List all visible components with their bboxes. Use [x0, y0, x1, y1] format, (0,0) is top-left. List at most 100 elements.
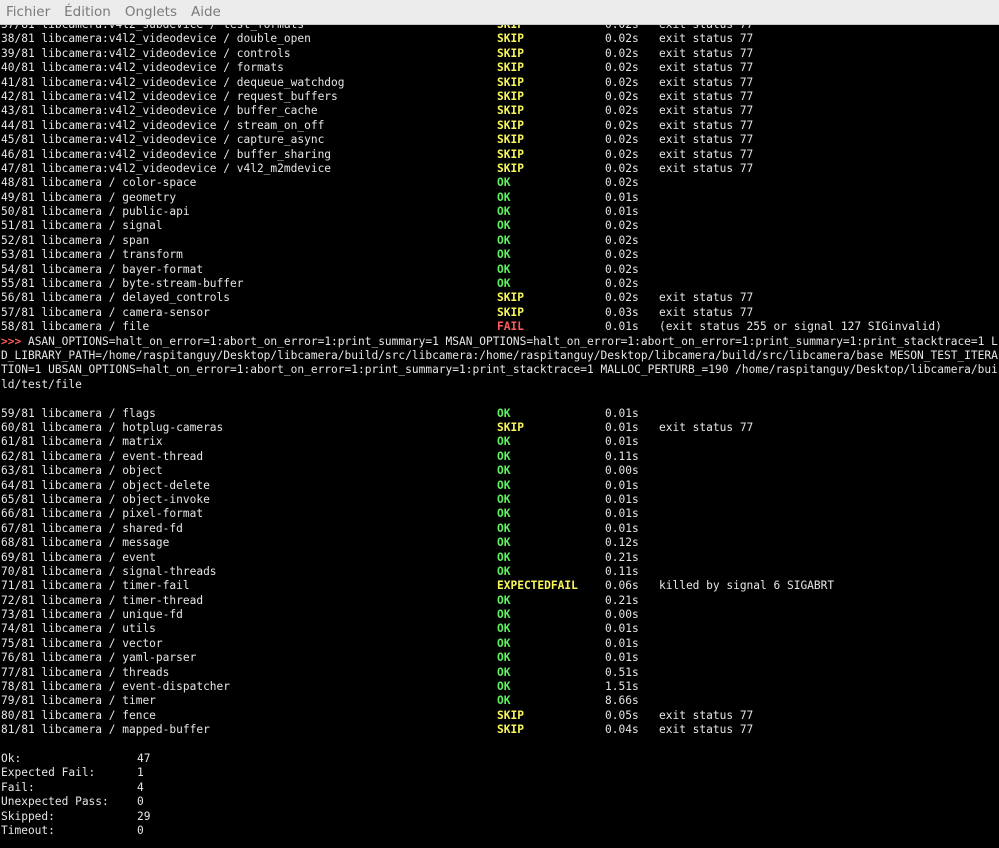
test-status: SKIP — [497, 32, 524, 46]
summary-value: 0 — [137, 823, 144, 837]
test-result-row: 75/81 libcamera / vector OK 0.01s — [0, 637, 999, 651]
test-name: 52/81 libcamera / span — [1, 233, 150, 247]
test-duration: 0.02s — [605, 147, 639, 161]
test-duration: 0.02s — [605, 219, 639, 233]
test-duration: 0.02s — [605, 104, 639, 118]
test-name: 49/81 libcamera / geometry — [1, 190, 177, 204]
summary-value: 4 — [137, 780, 144, 794]
test-name: 67/81 libcamera / shared-fd — [1, 521, 183, 535]
summary-label: Skipped: — [1, 809, 55, 823]
test-result-row: 54/81 libcamera / bayer-format OK 0.02s — [0, 263, 999, 277]
test-duration: 0.01s — [605, 435, 639, 449]
summary-value: 47 — [137, 751, 151, 765]
test-result-row: 66/81 libcamera / pixel-format OK 0.01s — [0, 507, 999, 521]
test-name: 71/81 libcamera / timer-fail — [1, 579, 190, 593]
test-duration: 0.05s — [605, 708, 639, 722]
test-result-row: 47/81 libcamera:v4l2_videodevice / v4l2_… — [0, 162, 999, 176]
test-status: OK — [497, 651, 511, 665]
test-status: SKIP — [497, 133, 524, 147]
test-duration: 0.02s — [605, 291, 639, 305]
summary-value: 0 — [137, 795, 144, 809]
test-duration: 0.01s — [605, 478, 639, 492]
menu-aide[interactable]: Aide — [185, 4, 227, 20]
test-message: exit status 77 — [659, 147, 754, 161]
test-status: OK — [497, 507, 511, 521]
test-duration: 0.01s — [605, 190, 639, 204]
test-duration: 0.06s — [605, 579, 639, 593]
prompt-marker: >>> — [1, 334, 22, 348]
test-duration: 0.02s — [605, 262, 639, 276]
test-status: OK — [497, 248, 511, 262]
test-message: exit status 77 — [659, 133, 754, 147]
menu-fichier[interactable]: Fichier — [0, 4, 56, 20]
test-result-row: 57/81 libcamera / camera-sensor SKIP 0.03s… — [0, 306, 999, 320]
test-name: 59/81 libcamera / flags — [1, 406, 156, 420]
test-message: exit status 77 — [659, 118, 754, 132]
test-result-row: 62/81 libcamera / event-thread OK 0.11s — [0, 450, 999, 464]
test-duration: 0.02s — [605, 89, 639, 103]
test-result-row: 53/81 libcamera / transform OK 0.02s — [0, 248, 999, 262]
test-result-row: 50/81 libcamera / public-api OK 0.01s — [0, 205, 999, 219]
test-summary: Ok: 47 Expected Fail: 1 Fail: 4 Unexpected Pas… — [0, 752, 999, 838]
test-result-row: 65/81 libcamera / object-invoke OK 0.01s — [0, 493, 999, 507]
test-duration: 0.51s — [605, 665, 639, 679]
test-name: 54/81 libcamera / bayer-format — [1, 262, 204, 276]
test-name: 40/81 libcamera:v4l2_videodevice / forma… — [1, 61, 284, 75]
test-status: OK — [497, 564, 511, 578]
test-result-row: 74/81 libcamera / utils OK 0.01s — [0, 622, 999, 636]
test-status: SKIP — [497, 147, 524, 161]
test-message: exit status 77 — [659, 421, 754, 434]
test-message: exit status 77 — [659, 104, 754, 118]
test-status: SKIP — [497, 46, 524, 60]
test-duration: 0.01s — [605, 507, 639, 521]
menu-edition[interactable]: Édition — [58, 4, 117, 20]
test-duration: 0.03s — [605, 305, 639, 319]
test-status: SKIP — [497, 61, 524, 75]
test-name: 58/81 libcamera / file — [1, 320, 150, 334]
test-status: OK — [497, 205, 511, 219]
test-name: 39/81 libcamera:v4l2_videodevice / contr… — [1, 46, 291, 60]
test-result-row: 49/81 libcamera / geometry OK 0.01s — [0, 191, 999, 205]
test-status: SKIP — [497, 118, 524, 132]
terminal-output[interactable]: 37/81 libcamera:v4l2_subdevice / test_fo… — [0, 18, 999, 848]
test-name: 78/81 libcamera / event-dispatcher — [1, 680, 231, 694]
test-status: OK — [497, 694, 511, 708]
menu-onglets[interactable]: Onglets — [119, 4, 183, 20]
test-name: 46/81 libcamera:v4l2_videodevice / buffe… — [1, 147, 332, 161]
test-name: 65/81 libcamera / object-invoke — [1, 492, 210, 506]
test-duration: 0.02s — [605, 61, 639, 75]
test-name: 64/81 libcamera / object-delete — [1, 478, 210, 492]
test-duration: 8.66s — [605, 694, 639, 708]
test-message: exit status 77 — [659, 61, 754, 75]
test-status: SKIP — [497, 723, 524, 737]
test-duration: 0.00s — [605, 464, 639, 478]
test-status: OK — [497, 435, 511, 449]
test-name: 53/81 libcamera / transform — [1, 248, 183, 262]
test-status: OK — [497, 608, 511, 622]
test-status: SKIP — [497, 708, 524, 722]
test-duration: 0.02s — [605, 118, 639, 132]
test-message: exit status 77 — [659, 75, 754, 89]
fail-command-line: >>> ASAN_OPTIONS=halt_on_error=1:abort_o… — [0, 335, 999, 393]
test-name: 72/81 libcamera / timer-thread — [1, 593, 204, 607]
test-name: 68/81 libcamera / message — [1, 536, 170, 550]
test-results-block-b: 59/81 libcamera / flags OK 0.01s 60/81 libc… — [0, 407, 999, 738]
test-result-row: 39/81 libcamera:v4l2_videodevice / contr… — [0, 47, 999, 61]
test-status: OK — [497, 492, 511, 506]
test-name: 55/81 libcamera / byte-stream-buffer — [1, 277, 244, 291]
test-duration: 1.51s — [605, 680, 639, 694]
test-status: OK — [497, 665, 511, 679]
test-status: OK — [497, 593, 511, 607]
test-message: exit status 77 — [659, 708, 754, 722]
test-result-row: 68/81 libcamera / message OK 0.12s — [0, 536, 999, 550]
test-name: 75/81 libcamera / vector — [1, 636, 163, 650]
test-result-row: 42/81 libcamera:v4l2_videodevice / reque… — [0, 90, 999, 104]
test-result-row: 44/81 libcamera:v4l2_videodevice / strea… — [0, 119, 999, 133]
test-name: 44/81 libcamera:v4l2_videodevice / strea… — [1, 118, 325, 132]
test-duration: 0.02s — [605, 233, 639, 247]
test-result-row: 64/81 libcamera / object-delete OK 0.01s — [0, 479, 999, 493]
test-status: OK — [497, 406, 511, 420]
test-message: killed by signal 6 SIGABRT — [659, 579, 835, 593]
summary-label: Expected Fail: — [1, 766, 96, 780]
test-name: 79/81 libcamera / timer — [1, 694, 156, 708]
